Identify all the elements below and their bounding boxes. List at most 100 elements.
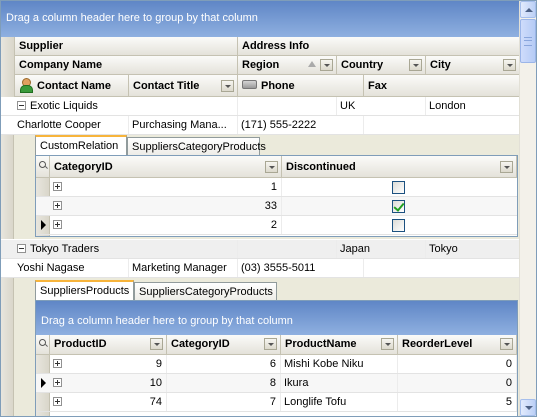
cell-fax[interactable] <box>364 259 520 277</box>
cell-contact-title[interactable]: Marketing Manager <box>129 259 238 277</box>
column-header-region[interactable]: Region <box>238 56 337 75</box>
cell-reorder-level[interactable]: 0 <box>398 355 517 373</box>
detail-grid-products[interactable]: Drag a column header here to group by th… <box>35 300 518 416</box>
band-address-info[interactable]: Address Info <box>238 37 520 56</box>
products-group-by-panel[interactable]: Drag a column header here to group by th… <box>36 301 517 335</box>
cell-product-name[interactable]: Mishi Kobe Niku <box>281 355 398 373</box>
column-header-discontinued-label: Discontinued <box>286 161 356 173</box>
collapse-icon[interactable] <box>17 101 26 110</box>
filter-dropdown-icon[interactable] <box>409 59 422 71</box>
column-header-company-name[interactable]: Company Name <box>15 56 238 75</box>
discontinued-checkbox[interactable] <box>392 219 405 232</box>
discontinued-checkbox-checked[interactable] <box>392 200 405 213</box>
cell-contact-title[interactable]: Purchasing Mana... <box>129 116 238 134</box>
filter-dropdown-icon[interactable] <box>503 59 516 71</box>
cell-product-id[interactable]: 10 <box>66 374 167 392</box>
cell-region[interactable] <box>238 240 337 258</box>
filter-dropdown-icon[interactable] <box>500 161 513 173</box>
cell-reorder-level[interactable]: 0 <box>398 374 517 392</box>
filter-dropdown-icon[interactable] <box>381 338 394 350</box>
column-header-country[interactable]: Country <box>337 56 426 75</box>
band-address-info-label: Address Info <box>242 40 310 52</box>
cell-category-id[interactable]: 1 <box>66 178 282 196</box>
cell-city[interactable]: Tokyo <box>426 240 520 258</box>
supplier-row[interactable]: Exotic Liquids UK London <box>1 97 520 116</box>
expand-icon[interactable] <box>53 359 62 368</box>
column-header-contact-title[interactable]: Contact Title <box>129 75 238 97</box>
detail-header-corner[interactable] <box>36 335 50 355</box>
column-header-product-name[interactable]: ProductName <box>281 335 398 355</box>
expand-icon[interactable] <box>53 201 62 210</box>
expand-icon[interactable] <box>53 182 62 191</box>
column-header-fax[interactable]: Fax <box>364 75 520 97</box>
cell-category-id[interactable]: 2 <box>66 216 282 234</box>
category-row[interactable]: 1 <box>36 178 517 197</box>
scroll-thumb[interactable] <box>520 19 536 63</box>
tab-suppliers-products-label: SuppliersProducts <box>40 285 130 297</box>
cell-region[interactable] <box>238 97 337 115</box>
column-header-category-id[interactable]: CategoryID <box>167 335 281 355</box>
product-row[interactable]: 9 6 Mishi Kobe Niku 0 <box>36 355 517 374</box>
detail-grid-category[interactable]: CategoryID Discontinued 1 33 2 <box>35 155 518 237</box>
supplier-contact-row[interactable]: Charlotte Cooper Purchasing Mana... (171… <box>1 116 520 135</box>
column-header-contact-name[interactable]: Contact Name <box>15 75 129 97</box>
tab-suppliers-products[interactable]: SuppliersProducts <box>35 280 134 300</box>
cell-product-name[interactable]: Ikura <box>281 374 398 392</box>
cell-phone[interactable]: (03) 3555-5011 <box>238 259 364 277</box>
scroll-down-arrow-icon[interactable] <box>520 399 536 416</box>
column-header-product-id[interactable]: ProductID <box>50 335 167 355</box>
cell-product-name[interactable]: Longlife Tofu <box>281 393 398 411</box>
filter-dropdown-icon[interactable] <box>500 338 513 350</box>
scroll-up-arrow-icon[interactable] <box>520 1 536 18</box>
cell-contact-name[interactable]: Yoshi Nagase <box>14 259 129 277</box>
filter-dropdown-icon[interactable] <box>150 338 163 350</box>
group-by-panel[interactable]: Drag a column header here to group by th… <box>1 1 520 37</box>
discontinued-checkbox[interactable] <box>392 181 405 194</box>
filter-dropdown-icon[interactable] <box>265 161 278 173</box>
expand-icon[interactable] <box>53 378 62 387</box>
product-row[interactable]: 74 7 Longlife Tofu 5 <box>36 393 517 412</box>
band-supplier[interactable]: Supplier <box>15 37 238 56</box>
cell-product-id[interactable]: 9 <box>66 355 167 373</box>
column-header-category-id[interactable]: CategoryID <box>50 156 282 178</box>
detail-indicator-1 <box>1 135 14 239</box>
detail-header-corner[interactable] <box>36 156 50 178</box>
supplier-contact-row[interactable]: Yoshi Nagase Marketing Manager (03) 3555… <box>1 259 520 278</box>
cell-reorder-level[interactable]: 5 <box>398 393 517 411</box>
cell-country[interactable]: Japan <box>337 240 426 258</box>
vertical-scrollbar[interactable] <box>519 1 536 416</box>
category-row-current[interactable]: 2 <box>36 216 517 235</box>
filter-dropdown-icon[interactable] <box>320 59 333 71</box>
cell-contact-name[interactable]: Charlotte Cooper <box>14 116 129 134</box>
column-header-reorder-level[interactable]: ReorderLevel <box>398 335 517 355</box>
filter-dropdown-icon[interactable] <box>264 338 277 350</box>
cell-fax[interactable] <box>364 116 520 134</box>
cell-category-id[interactable]: 6 <box>167 355 281 373</box>
filter-dropdown-icon[interactable] <box>221 80 234 92</box>
column-header-phone[interactable]: Phone <box>238 75 364 97</box>
cell-phone[interactable]: (171) 555-2222 <box>238 116 364 134</box>
expand-icon[interactable] <box>53 220 62 229</box>
tab-custom-relation-label: CustomRelation <box>40 140 119 152</box>
cell-city[interactable]: London <box>426 97 520 115</box>
tab-suppliers-category-products[interactable]: SuppliersCategoryProducts <box>134 282 277 301</box>
tab-custom-relation[interactable]: CustomRelation <box>35 135 127 155</box>
suppliers-grid[interactable]: Drag a column header here to group by th… <box>0 0 537 417</box>
cell-country[interactable]: UK <box>337 97 426 115</box>
tab-suppliers-category-products[interactable]: SuppliersCategoryProducts <box>127 137 266 156</box>
cell-product-id[interactable]: 74 <box>66 393 167 411</box>
cell-category-id[interactable]: 8 <box>167 374 281 392</box>
supplier-row[interactable]: Tokyo Traders Japan Tokyo <box>1 240 520 259</box>
cell-company[interactable]: Exotic Liquids <box>27 97 238 115</box>
cell-category-id[interactable]: 33 <box>66 197 282 215</box>
column-header-category-id-label: CategoryID <box>171 338 230 350</box>
current-row-arrow-icon <box>41 220 46 230</box>
column-header-discontinued[interactable]: Discontinued <box>282 156 517 178</box>
cell-category-id[interactable]: 7 <box>167 393 281 411</box>
expand-icon[interactable] <box>53 397 62 406</box>
column-header-city[interactable]: City <box>426 56 520 75</box>
product-row-current[interactable]: 10 8 Ikura 0 <box>36 374 517 393</box>
category-row[interactable]: 33 <box>36 197 517 216</box>
cell-company[interactable]: Tokyo Traders <box>27 240 238 258</box>
collapse-icon[interactable] <box>17 244 26 253</box>
